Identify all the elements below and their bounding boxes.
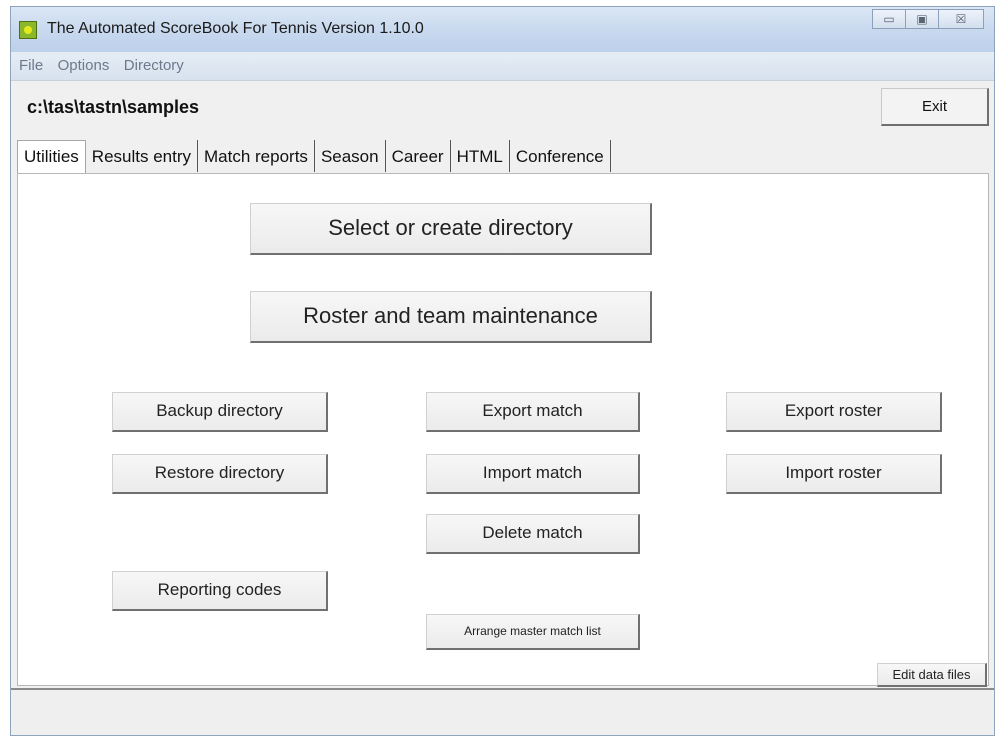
exit-button[interactable]: Exit [881, 88, 989, 126]
menu-bar: File Options Directory [11, 52, 994, 81]
menu-file[interactable]: File [19, 57, 43, 74]
roster-team-maintenance-button[interactable]: Roster and team maintenance [250, 291, 652, 343]
tennis-ball-app-icon [19, 21, 37, 39]
backup-directory-button[interactable]: Backup directory [112, 392, 328, 432]
tab-html[interactable]: HTML [451, 140, 510, 172]
export-roster-button[interactable]: Export roster [726, 392, 942, 432]
select-create-directory-button[interactable]: Select or create directory [250, 203, 652, 255]
reporting-codes-button[interactable]: Reporting codes [112, 571, 328, 611]
app-window: The Automated ScoreBook For Tennis Versi… [10, 6, 995, 736]
menu-directory[interactable]: Directory [124, 57, 184, 74]
edit-data-files-button[interactable]: Edit data files [877, 663, 987, 687]
tab-conference[interactable]: Conference [510, 140, 611, 172]
close-icon[interactable]: ☒ [938, 9, 984, 29]
tab-career[interactable]: Career [386, 140, 451, 172]
import-match-button[interactable]: Import match [426, 454, 640, 494]
tab-match-reports[interactable]: Match reports [198, 140, 315, 172]
window-title: The Automated ScoreBook For Tennis Versi… [47, 20, 424, 37]
minimize-icon[interactable]: ▭ [872, 9, 906, 29]
restore-directory-button[interactable]: Restore directory [112, 454, 328, 494]
tab-strip: Utilities Results entry Match reports Se… [17, 140, 611, 174]
status-bar [11, 688, 994, 735]
window-controls: ▭ ▣ ☒ [872, 9, 984, 29]
tab-results-entry[interactable]: Results entry [86, 140, 198, 172]
current-directory-path: c:\tas\tastn\samples [27, 97, 200, 117]
import-roster-button[interactable]: Import roster [726, 454, 942, 494]
arrange-master-match-list-button[interactable]: Arrange master match list [426, 614, 640, 650]
delete-match-button[interactable]: Delete match [426, 514, 640, 554]
tab-utilities[interactable]: Utilities [17, 140, 86, 174]
export-match-button[interactable]: Export match [426, 392, 640, 432]
tab-season[interactable]: Season [315, 140, 386, 172]
title-bar[interactable]: The Automated ScoreBook For Tennis Versi… [11, 7, 994, 52]
utilities-panel: Select or create directory Roster and te… [17, 173, 989, 687]
maximize-icon[interactable]: ▣ [905, 9, 939, 29]
menu-options[interactable]: Options [58, 57, 110, 74]
